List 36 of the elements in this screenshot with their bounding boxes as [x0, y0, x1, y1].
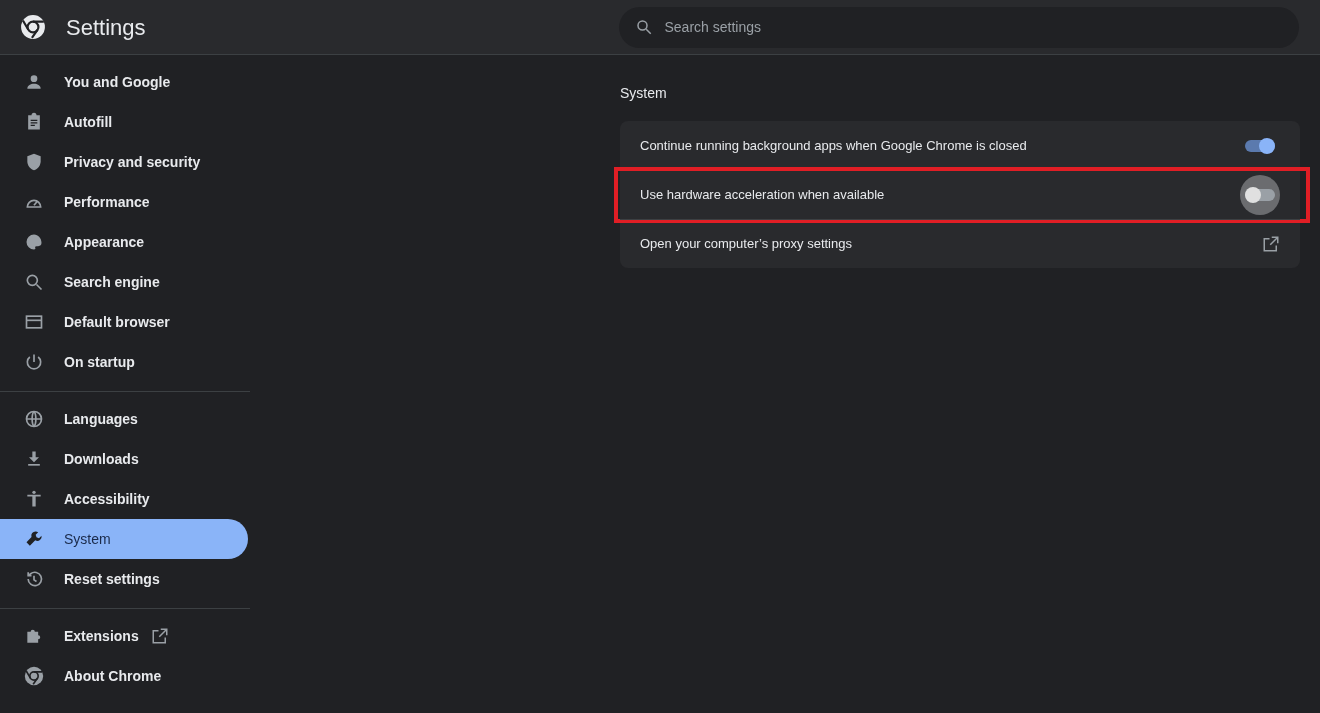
page-title: Settings [66, 13, 146, 42]
person-icon [24, 72, 44, 92]
sidebar-item[interactable]: Default browser [0, 302, 248, 342]
section-title: System [620, 84, 667, 103]
chrome-logo-icon [24, 666, 44, 686]
sidebar-item[interactable]: Extensions [0, 616, 248, 656]
browser-window-icon [24, 312, 44, 332]
sidebar-item[interactable]: Downloads [0, 439, 248, 479]
sidebar-item[interactable]: System [0, 519, 248, 559]
search-icon [24, 272, 44, 292]
sidebar-item[interactable]: Performance [0, 182, 248, 222]
sidebar-item[interactable]: Languages [0, 399, 248, 439]
external-link-icon[interactable] [150, 627, 169, 645]
sidebar-item[interactable]: Privacy and security [0, 142, 248, 182]
shield-icon [24, 152, 44, 172]
accessibility-icon [24, 489, 44, 509]
history-icon [24, 569, 44, 589]
setting-label: Continue running background apps when Google Chrome is closed [640, 136, 1028, 155]
sidebar-item[interactable]: Search engine [0, 262, 248, 302]
sidebar-item[interactable]: Appearance [0, 222, 248, 262]
globe-icon [24, 409, 44, 429]
palette-icon [24, 232, 44, 252]
sidebar-item[interactable]: Accessibility [0, 479, 248, 519]
setting-label: Open your computer’s proxy settings [640, 235, 853, 254]
sidebar-item[interactable]: You and Google [0, 62, 248, 102]
sidebar-item[interactable]: Reset settings [0, 559, 248, 599]
power-icon [24, 352, 44, 372]
search-field[interactable]: Search settings [618, 6, 1299, 48]
search-icon [634, 17, 653, 36]
setting-label: Use hardware acceleration when available [640, 186, 886, 205]
sidebar-item[interactable]: On startup [0, 342, 248, 382]
chrome-logo-icon [20, 14, 46, 40]
sidebar-item[interactable]: Autofill [0, 102, 248, 142]
sidebar-item[interactable]: About Chrome [0, 656, 248, 696]
external-link-icon[interactable] [1262, 235, 1280, 253]
toggle-switch[interactable] [1240, 175, 1280, 215]
